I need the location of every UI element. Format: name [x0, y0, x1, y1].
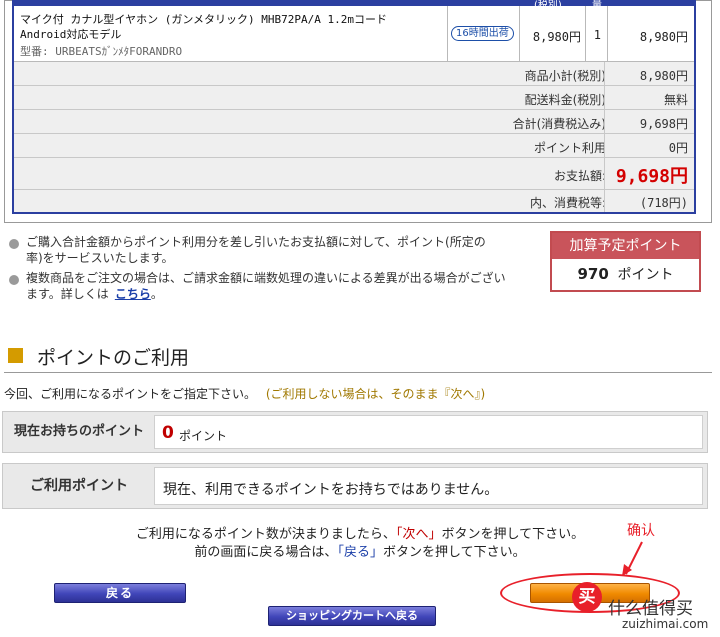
watermark-logo-icon: 买: [572, 582, 602, 612]
earn-points-unit: ポイント: [617, 267, 674, 283]
summary-value: 無料: [663, 93, 688, 107]
guide-next-ref: 「次へ」: [395, 527, 442, 542]
summary-row-payment: お支払額: 9,698円: [14, 158, 694, 190]
back-button[interactable]: 戻る: [54, 583, 186, 603]
summary-value: 0円: [668, 141, 688, 155]
ship-badge: 16時間出荷: [451, 26, 514, 41]
order-table: (税別) 量 マイク付 カナル型イヤホン (ガンメタリック) MHB72PA/A…: [12, 0, 696, 214]
note-text: ます。詳しくは: [26, 287, 109, 301]
section-instruction-line: 今回、ご利用になるポイントをご指定下さい。 (ご利用しない場合は、そのまま『次へ…: [4, 385, 485, 402]
note-points: ご購入合計金額からポイント利用分を差し引いたお支払額に対して、ポイント(所定の …: [26, 234, 542, 266]
guide-text: 前の画面に戻る場合は、: [194, 545, 338, 560]
tax-value: (718円): [639, 196, 688, 210]
earn-points-value: 970: [577, 265, 609, 283]
current-points-unit: ポイント: [179, 429, 228, 443]
bullet-icon: [9, 275, 19, 285]
use-points-row: ご利用ポイント 現在、利用できるポイントをお持ちではありません。: [2, 463, 708, 509]
summary-label: 商品小計(税別): [524, 69, 606, 83]
summary-row-points: ポイント利用 0円: [14, 134, 694, 158]
annotation-label: 确认: [627, 523, 655, 539]
note-text: 。: [150, 287, 163, 301]
tax-label: 内、消費税等:: [529, 196, 606, 210]
section-hint: (ご利用しない場合は、そのまま『次へ』): [265, 387, 486, 401]
note-text: 複数商品をご注文の場合は、ご請求金額に端数処理の違いによる差異が出る場合がござい: [26, 271, 506, 285]
use-points-label: ご利用ポイント: [7, 468, 151, 504]
guide-text: ボタンを押して下さい。: [382, 545, 526, 560]
product-cell: マイク付 カナル型イヤホン (ガンメタリック) MHB72PA/A 1.2mコー…: [14, 6, 448, 62]
summary-value: 8,980円: [639, 69, 688, 83]
annotation-arrow-icon: [622, 541, 643, 576]
unit-price: 8,980円: [532, 30, 581, 44]
current-points-value: 0: [162, 423, 174, 443]
product-name-line1: マイク付 カナル型イヤホン (ガンメタリック) MHB72PA/A 1.2mコー…: [20, 13, 387, 26]
details-link[interactable]: こちら: [115, 287, 151, 301]
current-points-field: 0 ポイント: [154, 415, 703, 449]
earn-points-title: 加算予定ポイント: [552, 233, 699, 259]
guide-text: ご利用になるポイント数が決まりましたら、「次へ」ボタンを押して下さい。 前の画面…: [90, 526, 630, 562]
summary-row-tax: 内、消費税等: (718円): [14, 190, 694, 212]
section-square-icon: [8, 348, 23, 363]
watermark-text: 什么值得买: [608, 599, 693, 619]
guide-text: ご利用になるポイント数が決まりましたら、: [135, 527, 396, 542]
note-rounding: 複数商品をご注文の場合は、ご請求金額に端数処理の違いによる差異が出る場合がござい…: [26, 270, 546, 302]
guide-text: ボタンを押して下さい。: [441, 527, 585, 542]
product-model: 型番: URBEATSｶﾞﾝﾒﾀFORANDRO: [20, 45, 183, 58]
section-divider: [4, 372, 712, 373]
section-instruction: 今回、ご利用になるポイントをご指定下さい。: [4, 387, 257, 401]
back-to-cart-button[interactable]: ショッピングカートへ戻る: [268, 606, 436, 626]
guide-back-ref: 「戻る」: [337, 545, 383, 560]
note-text: 率)をサービスいたします。: [26, 251, 174, 265]
summary-value: 9,698円: [639, 117, 688, 131]
qty-cell: 1: [586, 6, 608, 62]
payment-label: お支払額:: [553, 169, 606, 183]
section-title: ポイントのご利用: [37, 347, 190, 369]
summary-row-total: 合計(消費税込み) 9,698円: [14, 110, 694, 134]
product-name-line2: Android対応モデル: [20, 28, 122, 41]
watermark-site: zuizhimai.com: [622, 617, 709, 631]
use-points-message: 現在、利用できるポイントをお持ちではありません。: [163, 482, 499, 498]
bullet-icon: [9, 239, 19, 249]
use-points-field[interactable]: 現在、利用できるポイントをお持ちではありません。: [154, 467, 703, 505]
unit-price-cell: 8,980円: [520, 6, 586, 62]
summary-row-subtotal: 商品小計(税別) 8,980円: [14, 62, 694, 86]
payment-value: 9,698円: [615, 166, 688, 187]
current-points-label: 現在お持ちのポイント: [7, 416, 151, 448]
summary-label: 配送料金(税別): [524, 93, 606, 107]
summary-divider: [604, 62, 605, 212]
current-points-row: 現在お持ちのポイント 0 ポイント: [2, 411, 708, 453]
summary-row-shipping: 配送料金(税別) 無料: [14, 86, 694, 110]
note-text: ご購入合計金額からポイント利用分を差し引いたお支払額に対して、ポイント(所定の: [26, 235, 486, 249]
line-total-cell: 8,980円: [608, 6, 694, 62]
ship-cell: 16時間出荷: [448, 6, 520, 62]
summary-label: 合計(消費税込み): [512, 117, 606, 131]
earn-points-amount: 970 ポイント: [552, 264, 699, 284]
summary-label: ポイント利用: [533, 141, 606, 155]
quantity: 1: [593, 28, 601, 42]
line-total: 8,980円: [639, 30, 688, 44]
earn-points-box: 加算予定ポイント 970 ポイント: [550, 231, 701, 292]
